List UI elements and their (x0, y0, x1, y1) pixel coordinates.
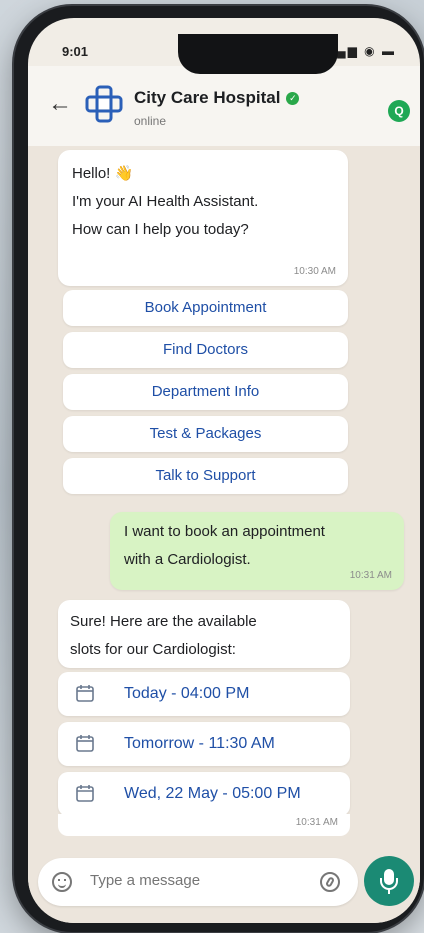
slot-label: Tomorrow - 11:30 AM (124, 735, 275, 752)
chat-header: ← City Care Hospital ✓ online Q (28, 66, 420, 146)
message-input[interactable] (90, 872, 290, 889)
slot-option[interactable]: Tomorrow - 11:30 AM (58, 722, 350, 766)
greeting-line-3: How can I help you today? (72, 221, 249, 238)
phone-screen: 9:01 ▂▄▆ ◉ ▬ ← City Care Hospital ✓ onlin… (28, 18, 420, 923)
greeting-bubble: Hello! 👋 I'm your AI Health Assistant. H… (58, 150, 348, 286)
option-test-packages[interactable]: Test & Packages (63, 416, 348, 452)
slot-label: Today - 04:00 PM (124, 685, 250, 702)
phone-notch (178, 34, 338, 74)
whatsapp-badge-icon[interactable]: Q (388, 100, 410, 122)
arrow-left-icon[interactable]: ← (48, 90, 72, 118)
calendar-icon (76, 685, 94, 702)
slot-option[interactable]: Today - 04:00 PM (58, 672, 350, 716)
mic-icon (380, 869, 398, 890)
status-time: 9:01 (62, 44, 89, 59)
reply-line-2: slots for our Cardiologist: (70, 641, 236, 658)
user-message-line-1: I want to book an appointment (124, 523, 325, 540)
chat-title[interactable]: City Care Hospital ✓ (134, 88, 300, 108)
message-time: 10:31 AM (295, 817, 338, 828)
message-time: 10:31 AM (349, 570, 392, 581)
mic-button[interactable] (364, 856, 414, 906)
attach-icon[interactable] (320, 872, 340, 892)
calendar-icon (76, 735, 94, 752)
option-department-info[interactable]: Department Info (63, 374, 348, 410)
verified-badge-icon: ✓ (286, 92, 300, 105)
online-status: online (134, 114, 167, 128)
slots-footer: 10:31 AM (58, 814, 350, 836)
reply-bubble: Sure! Here are the available slots for o… (58, 600, 350, 668)
greeting-line-2: I'm your AI Health Assistant. (72, 193, 259, 210)
user-message-bubble: I want to book an appointment with a Car… (110, 512, 404, 590)
option-talk-to-support[interactable]: Talk to Support (63, 458, 348, 494)
message-time: 10:30 AM (293, 266, 336, 277)
option-find-doctors[interactable]: Find Doctors (63, 332, 348, 368)
hospital-cross-icon (85, 85, 123, 123)
slot-option[interactable]: Wed, 22 May - 05:00 PM (58, 772, 350, 816)
reply-line-1: Sure! Here are the available (70, 613, 257, 630)
message-composer (38, 858, 358, 906)
option-book-appointment[interactable]: Book Appointment (63, 290, 348, 326)
mic-stem (388, 889, 390, 894)
hospital-name: City Care Hospital (134, 88, 281, 107)
calendar-icon (76, 785, 94, 802)
emoji-icon[interactable] (52, 872, 72, 892)
greeting-line-1: Hello! 👋 (72, 165, 134, 182)
slot-label: Wed, 22 May - 05:00 PM (124, 785, 301, 802)
